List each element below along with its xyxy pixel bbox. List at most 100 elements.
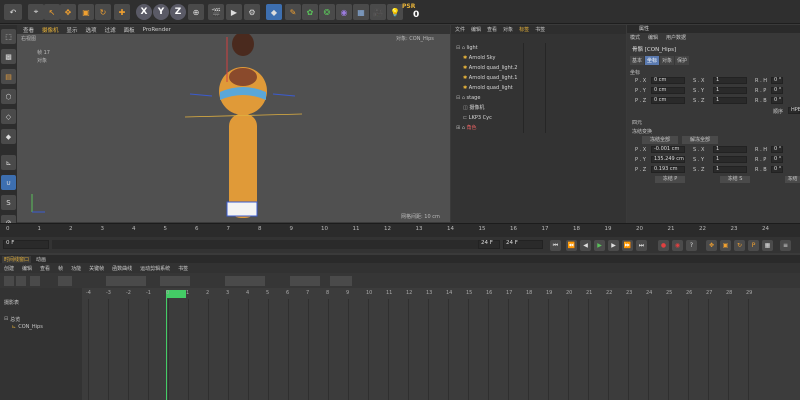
tab-timeline-window[interactable]: 时间线窗口 — [2, 256, 32, 263]
autokey-icon[interactable]: ◉ — [672, 240, 683, 251]
max-frame-field[interactable]: 24 F — [503, 240, 543, 249]
render-picture-viewer-icon[interactable]: ▶ — [226, 4, 242, 20]
edges-mode-icon[interactable]: ◇ — [1, 109, 16, 124]
goto-end-icon[interactable]: ⏭ — [636, 240, 647, 251]
viewport-menu-prorender[interactable]: ProRender — [143, 27, 171, 33]
key-scale-icon[interactable]: ▣ — [720, 240, 731, 251]
dope-menu-fcurves[interactable]: 函数曲线 — [112, 265, 132, 272]
next-key-icon[interactable]: ⏩ — [622, 240, 633, 251]
keyframe-selection-icon[interactable]: ? — [686, 240, 697, 251]
axis-y-button[interactable]: Y — [153, 4, 169, 20]
dope-menu-motion[interactable]: 运动剪辑系统 — [140, 265, 170, 272]
tab-animation[interactable]: 动画 — [36, 256, 46, 263]
position-y-field[interactable]: 0 cm — [651, 87, 685, 94]
timeline-menu-icon[interactable]: ≡ — [780, 240, 791, 251]
frozen-rotation-h-field[interactable]: 0 ° — [771, 146, 783, 153]
frozen-rotation-b-field[interactable]: 0 ° — [771, 166, 783, 173]
coordinate-system-icon[interactable]: ⊕ — [188, 4, 204, 20]
object-row-camera[interactable]: ◫ 摄像机 — [451, 103, 626, 112]
start-frame-field[interactable]: 0 F — [3, 240, 49, 249]
viewport[interactable]: 右视图 帧 17 对象 160 对象: CON_Hips 网格间距: 10 cm — [17, 34, 450, 222]
record-icon[interactable]: ● — [658, 240, 669, 251]
attr-tab-object[interactable]: 对象 — [660, 56, 675, 65]
snap-icon[interactable]: S — [1, 195, 16, 210]
points-mode-icon[interactable]: ⬡ — [1, 89, 16, 104]
frozen-rotation-p-field[interactable]: 0 ° — [771, 156, 783, 163]
section-quaternion[interactable]: 四元 — [632, 119, 642, 126]
dope-interp-tools[interactable] — [160, 276, 190, 286]
objects-menu-file[interactable]: 文件 — [455, 26, 465, 33]
bone-icon[interactable]: ⊾ — [1, 155, 16, 170]
cube-icon[interactable]: ◆ — [266, 4, 282, 20]
rotation-h-field[interactable]: 0 ° — [771, 77, 783, 84]
objects-menu-tags[interactable]: 标签 — [519, 26, 529, 33]
frame-range-slider[interactable] — [52, 240, 492, 249]
render-view-icon[interactable]: 🎬 — [208, 4, 224, 20]
object-row-character[interactable]: ⊞ ⌂ 角色 — [451, 123, 626, 132]
frozen-position-z-field[interactable]: 0.193 cm — [651, 166, 685, 173]
key-param-icon[interactable]: P — [748, 240, 759, 251]
object-row-quad-light-2[interactable]: ✱ Arnold quad_light.2 — [451, 63, 626, 72]
tree-row-summary[interactable]: ⊟ 总览 — [4, 316, 20, 323]
dope-motion-mode-icon[interactable] — [30, 276, 40, 286]
scale-y-field[interactable]: 1 — [713, 87, 747, 94]
end-frame-field[interactable]: 24 F — [478, 240, 500, 249]
attr-tab-coords[interactable]: 坐标 — [645, 56, 660, 65]
unfreeze-all-button[interactable]: 解冻全部 — [682, 136, 718, 144]
freeze-r-button[interactable]: 冻结 R — [785, 176, 800, 183]
viewport-menu-filter[interactable]: 过滤 — [105, 26, 116, 34]
dope-menu-edit[interactable]: 编辑 — [22, 265, 32, 272]
key-rotation-icon[interactable]: ↻ — [734, 240, 745, 251]
position-z-field[interactable]: 0 cm — [651, 97, 685, 104]
polygons-mode-icon[interactable]: ◆ — [1, 129, 16, 144]
scale-z-field[interactable]: 1 — [713, 97, 747, 104]
camera-icon[interactable]: 🎥 — [370, 4, 386, 20]
objects-menu-edit[interactable]: 编辑 — [471, 26, 481, 33]
object-row-quad-light[interactable]: ✱ Arnold quad_light — [451, 83, 626, 92]
order-select[interactable]: HPB — [788, 107, 800, 114]
magnet-icon[interactable]: ∪ — [1, 175, 16, 190]
dope-fcurve-mode-icon[interactable] — [16, 276, 26, 286]
pointer-icon[interactable]: ↖ — [44, 4, 60, 20]
floor-icon[interactable]: ▦ — [353, 4, 369, 20]
dope-menu-functions[interactable]: 功能 — [71, 265, 81, 272]
dopesheet-grid[interactable] — [82, 288, 800, 400]
object-row-arnold-sky[interactable]: ✱ Arnold Sky — [451, 53, 626, 62]
dope-menu-create[interactable]: 创建 — [4, 265, 14, 272]
object-row-quad-light-1[interactable]: ✱ Arnold quad_light.1 — [451, 73, 626, 82]
position-x-field[interactable]: 0 cm — [651, 77, 685, 84]
cloner-icon[interactable]: ❂ — [319, 4, 335, 20]
viewport-menu-display[interactable]: 显示 — [67, 26, 78, 34]
timeline-ruler[interactable]: 0 1 2 3 4 5 6 7 8 9 10 11 12 13 14 15 16 17 18 19 20 21 22 23 24 — [0, 223, 800, 237]
subdivision-icon[interactable]: ✿ — [302, 4, 318, 20]
undo-icon[interactable]: ↶ — [4, 4, 22, 20]
play-icon[interactable]: ▶ — [594, 240, 605, 251]
add-icon[interactable]: ✚ — [114, 4, 130, 20]
key-position-icon[interactable]: ✥ — [706, 240, 717, 251]
dope-menu-keys[interactable]: 关键帧 — [89, 265, 104, 272]
dope-key-tools[interactable] — [106, 276, 146, 286]
live-select-icon[interactable]: ⌖ — [28, 4, 44, 20]
rotation-p-field[interactable]: 0 ° — [771, 87, 783, 94]
objects-menu-bookmarks[interactable]: 书签 — [535, 26, 545, 33]
attr-tab-protect[interactable]: 保护 — [675, 56, 690, 65]
objects-menu-view[interactable]: 查看 — [487, 26, 497, 33]
frozen-scale-y-field[interactable]: 1 — [713, 156, 747, 163]
dope-key-mode-icon[interactable] — [4, 276, 14, 286]
scale-icon[interactable]: ▣ — [78, 4, 94, 20]
freeze-all-button[interactable]: 冻结全部 — [642, 136, 678, 144]
render-settings-icon[interactable]: ⚙ — [244, 4, 260, 20]
axis-z-button[interactable]: Z — [170, 4, 186, 20]
attr-tab-basic[interactable]: 基本 — [630, 56, 645, 65]
dope-misc-tools[interactable] — [330, 276, 352, 286]
viewport-menu-view[interactable]: 查看 — [23, 26, 34, 34]
frozen-position-y-field[interactable]: 135.249 cm — [651, 156, 685, 163]
dope-menu-bookmarks[interactable]: 书签 — [178, 265, 188, 272]
attr-menu-userdata[interactable]: 用户数据 — [666, 34, 686, 41]
object-row-stage[interactable]: ⊟ ⌂ stage — [451, 93, 626, 102]
key-pla-icon[interactable]: ▦ — [762, 240, 773, 251]
light-icon[interactable]: 💡 — [387, 4, 403, 20]
viewport-menu-options[interactable]: 选项 — [86, 26, 97, 34]
rotation-b-field[interactable]: 0 ° — [771, 97, 783, 104]
frozen-scale-x-field[interactable]: 1 — [713, 146, 747, 153]
